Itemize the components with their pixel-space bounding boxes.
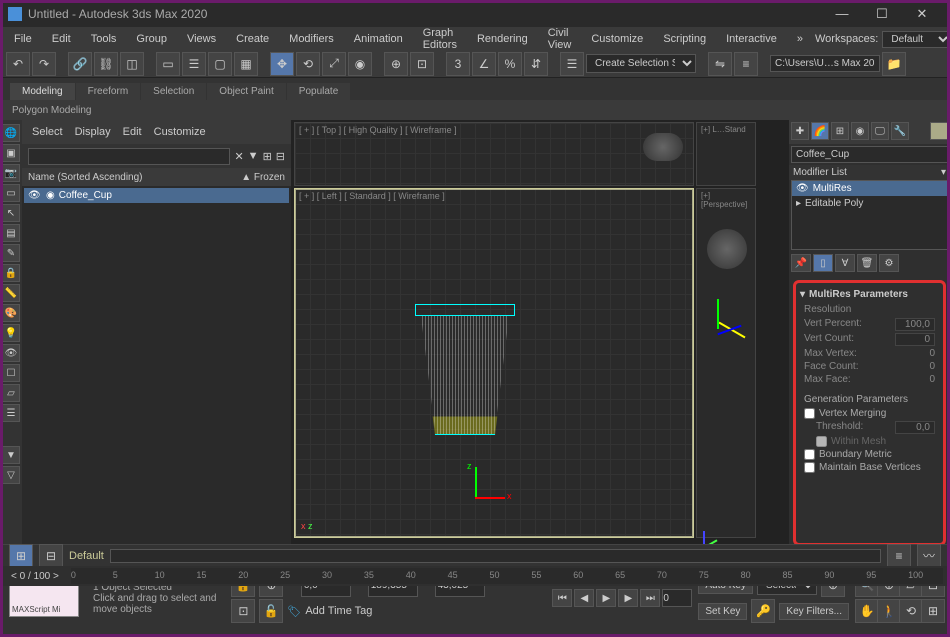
- prev-frame-button[interactable]: ◀: [574, 589, 594, 607]
- goto-end-button[interactable]: ⏭: [640, 589, 660, 607]
- orbit-button[interactable]: ⟲: [899, 599, 923, 623]
- viewport-axis-indicator: x z: [301, 521, 313, 531]
- current-frame-input[interactable]: [662, 589, 692, 607]
- track-label: Default: [69, 550, 104, 562]
- walk-button[interactable]: 🚶: [877, 599, 901, 623]
- isolate-button[interactable]: ⊡: [231, 599, 255, 623]
- cup-wireframe[interactable]: [415, 304, 515, 444]
- playback-controls: ⏮ ◀ ▶ ▶ ⏭: [552, 589, 692, 607]
- viewport-left[interactable]: [ + ] [ Left ] [ Standard ] [ Wireframe …: [294, 188, 694, 538]
- add-time-tag[interactable]: Add Time Tag: [305, 605, 372, 617]
- play-button[interactable]: ▶: [596, 589, 616, 607]
- goto-start-button[interactable]: ⏮: [552, 589, 572, 607]
- viewport-top[interactable]: [ + ] [ Top ] [ High Quality ] [ Wirefra…: [294, 122, 694, 186]
- viewport-persp-label[interactable]: [+] [Perspective]: [701, 191, 755, 209]
- viewport-perspective[interactable]: [+] [Perspective]: [696, 188, 756, 538]
- viewport-top-label[interactable]: [ + ] [ Top ] [ High Quality ] [ Wirefra…: [299, 125, 457, 135]
- bottom-panel: ⊞ ⊟ Default ≡ 〰 < 0 / 100 > 051015202530…: [3, 544, 947, 634]
- timeline-config-button[interactable]: ⊟: [39, 544, 63, 568]
- key-filters-button[interactable]: Key Filters...: [779, 603, 849, 620]
- viewport-sky-label[interactable]: [+] L…Stand: [701, 125, 746, 134]
- track-curve-button[interactable]: 〰: [917, 544, 941, 568]
- viewcube-top[interactable]: [643, 133, 683, 161]
- next-frame-button[interactable]: ▶: [618, 589, 638, 607]
- max-viewport-button[interactable]: ⊞: [921, 599, 945, 623]
- viewports: [ + ] [ Top ] [ High Quality ] [ Wirefra…: [292, 120, 788, 550]
- pan-button[interactable]: ✋: [855, 599, 879, 623]
- viewport-sky[interactable]: [+] L…Stand: [696, 122, 756, 186]
- set-key-button[interactable]: Set Key: [698, 603, 747, 620]
- frame-range: < 0 / 100 >: [3, 571, 67, 582]
- track-filter-button[interactable]: ≡: [887, 544, 911, 568]
- key-big-button[interactable]: 🔑: [751, 599, 775, 623]
- prompt-line: Click and drag to select and move object…: [85, 593, 225, 615]
- viewcube-persp[interactable]: [707, 229, 747, 269]
- lock-ui-button[interactable]: 🔓: [259, 599, 283, 623]
- viewport-left-label[interactable]: [ + ] [ Left ] [ Standard ] [ Wireframe …: [299, 191, 445, 201]
- timeline-mode-button[interactable]: ⊞: [9, 544, 33, 568]
- track-bar[interactable]: [110, 549, 881, 563]
- time-ruler[interactable]: 0510152025303540455055606570758085909510…: [71, 568, 943, 584]
- time-tag-icon[interactable]: 🏷: [287, 605, 301, 618]
